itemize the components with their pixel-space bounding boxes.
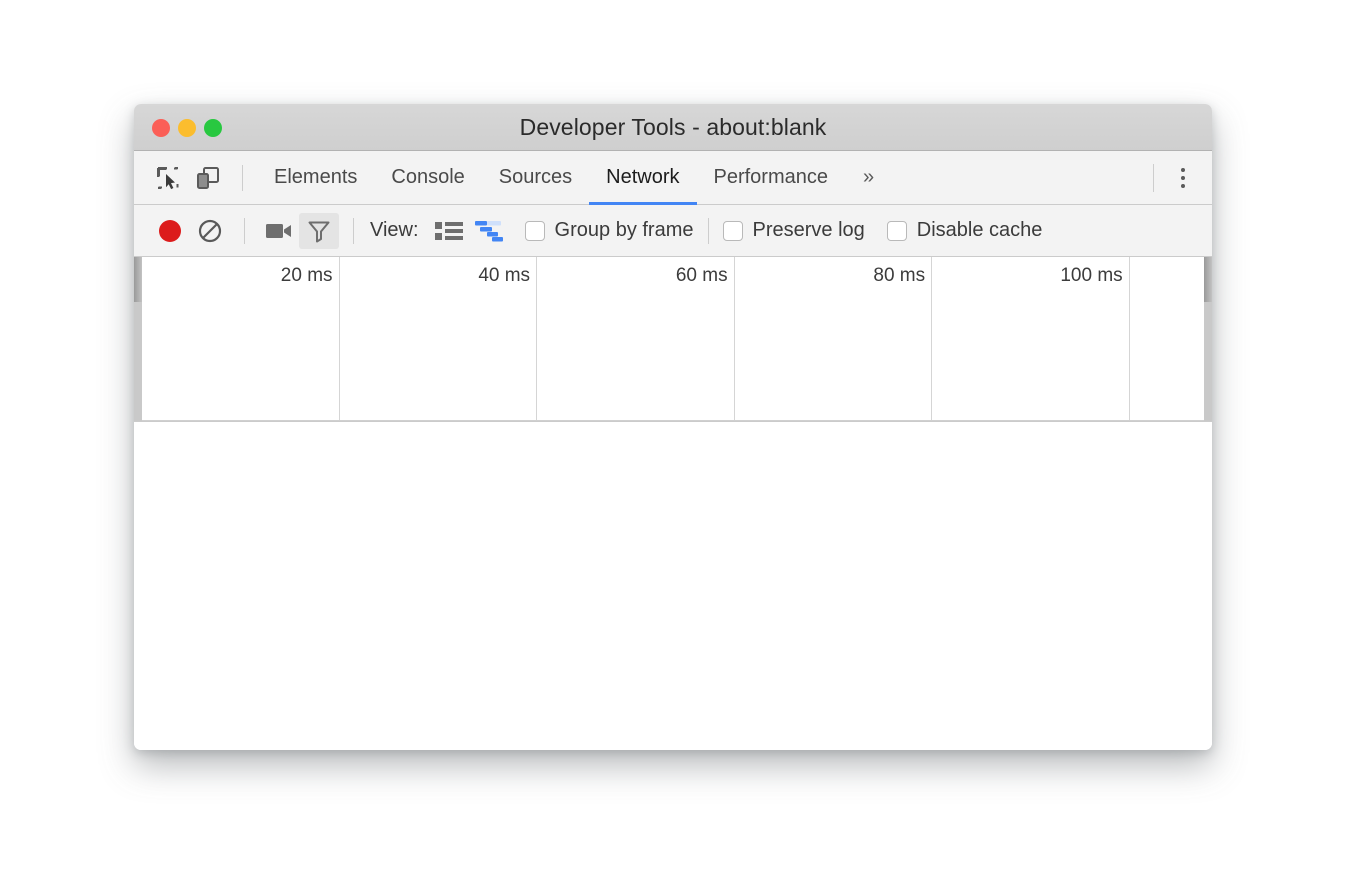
network-toolbar: View: bbox=[134, 205, 1212, 257]
group-by-frame-checkbox[interactable]: Group by frame bbox=[525, 219, 694, 242]
circle-slash-icon bbox=[197, 218, 223, 244]
filter-button[interactable] bbox=[299, 213, 339, 249]
list-view-icon[interactable] bbox=[429, 213, 469, 249]
minimize-button[interactable] bbox=[178, 119, 196, 137]
checkbox-label: Group by frame bbox=[555, 219, 694, 242]
checkbox-box[interactable] bbox=[887, 221, 907, 241]
tabbar-right-group bbox=[1153, 151, 1212, 205]
record-dot-icon bbox=[159, 220, 181, 242]
devtools-tab-bar: Elements Console Sources Network Perform… bbox=[134, 151, 1212, 205]
tab-elements[interactable]: Elements bbox=[257, 151, 374, 205]
tab-label: Elements bbox=[274, 166, 357, 189]
tab-label: Console bbox=[391, 166, 464, 189]
tab-label: Sources bbox=[499, 166, 572, 189]
tab-console[interactable]: Console bbox=[374, 151, 481, 205]
screen: Developer Tools - about:blank bbox=[0, 0, 1372, 888]
preserve-log-checkbox[interactable]: Preserve log bbox=[723, 219, 865, 242]
timeline-tick: 20 ms bbox=[142, 257, 340, 421]
tab-network[interactable]: Network bbox=[589, 151, 696, 205]
devtools-window: Developer Tools - about:blank bbox=[134, 104, 1212, 750]
traffic-light-group bbox=[152, 104, 222, 151]
disable-cache-checkbox[interactable]: Disable cache bbox=[887, 219, 1043, 242]
timeline-tick-label: 20 ms bbox=[281, 265, 333, 287]
timeline-tick: 60 ms bbox=[537, 257, 735, 421]
checkbox-label: Disable cache bbox=[917, 219, 1043, 242]
kebab-menu-icon[interactable] bbox=[1154, 151, 1212, 205]
timeline-tick-label: 60 ms bbox=[676, 265, 728, 287]
more-tabs-chevron-icon[interactable]: » bbox=[845, 151, 892, 205]
waterfall-view-icon[interactable] bbox=[469, 213, 509, 249]
zoom-button[interactable] bbox=[204, 119, 222, 137]
funnel-icon bbox=[307, 219, 331, 243]
window-title: Developer Tools - about:blank bbox=[134, 104, 1212, 151]
overview-left-handle[interactable] bbox=[134, 257, 142, 302]
timeline-tick-label: 80 ms bbox=[873, 265, 925, 287]
tab-label: Network bbox=[606, 166, 679, 189]
overview-right-handle[interactable] bbox=[1204, 257, 1212, 302]
overview-left-rail bbox=[134, 302, 142, 421]
camera-icon bbox=[265, 221, 293, 241]
overview-right-rail bbox=[1204, 302, 1212, 421]
inspect-element-icon[interactable] bbox=[148, 158, 188, 198]
record-button[interactable] bbox=[150, 213, 190, 249]
clear-button[interactable] bbox=[190, 213, 230, 249]
checkbox-box[interactable] bbox=[723, 221, 743, 241]
tab-performance[interactable]: Performance bbox=[697, 151, 846, 205]
timeline-ruler[interactable]: 20 ms 40 ms 60 ms 80 ms 100 ms bbox=[142, 257, 1204, 421]
toolbar-divider-3 bbox=[708, 218, 709, 244]
window-title-bar: Developer Tools - about:blank bbox=[134, 104, 1212, 151]
view-label: View: bbox=[370, 219, 419, 242]
tab-sources[interactable]: Sources bbox=[482, 151, 589, 205]
close-button[interactable] bbox=[152, 119, 170, 137]
checkbox-label: Preserve log bbox=[753, 219, 865, 242]
timeline-tick: 40 ms bbox=[340, 257, 538, 421]
tab-label: Performance bbox=[714, 166, 829, 189]
timeline-tick-label: 100 ms bbox=[1060, 265, 1122, 287]
timeline-tick-label: 40 ms bbox=[478, 265, 530, 287]
timeline-baseline bbox=[142, 420, 1204, 421]
toolbar-divider-1 bbox=[244, 218, 245, 244]
network-drop-area[interactable]: Recording network activity… Perform a re… bbox=[134, 422, 1212, 750]
capture-screenshots-button[interactable] bbox=[259, 213, 299, 249]
tab-list: Elements Console Sources Network Perform… bbox=[257, 151, 892, 205]
toolbar-divider-2 bbox=[353, 218, 354, 244]
network-overview: 20 ms 40 ms 60 ms 80 ms 100 ms bbox=[134, 257, 1212, 422]
timeline-tick: 80 ms bbox=[735, 257, 933, 421]
checkbox-box[interactable] bbox=[525, 221, 545, 241]
timeline-tick: 100 ms bbox=[932, 257, 1130, 421]
tabbar-divider bbox=[242, 165, 243, 191]
device-toolbar-icon[interactable] bbox=[188, 158, 228, 198]
